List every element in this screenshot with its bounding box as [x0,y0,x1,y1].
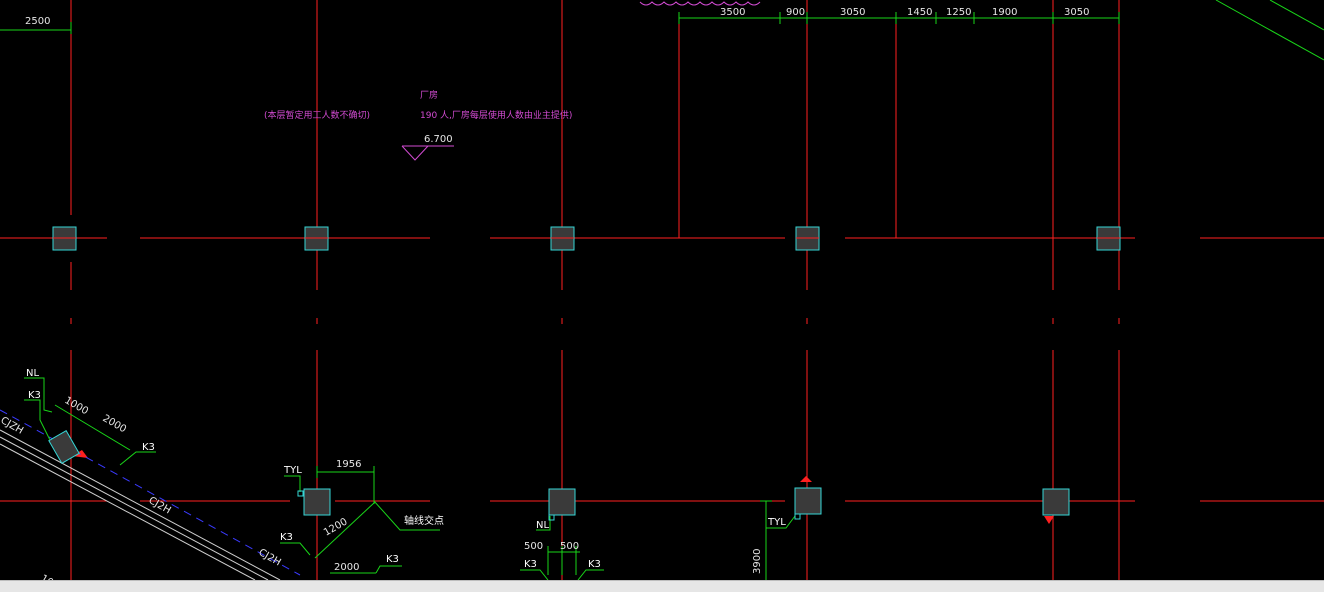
marker-icon [800,476,812,482]
leader-line [24,399,51,441]
axis-grid-h [0,237,1324,502]
note-title: 厂房 [420,89,438,101]
dim-100: 100 [39,573,61,580]
dim-text-1250: 1250 [946,7,971,18]
label-cjzh: CJZH [0,415,25,437]
column[interactable] [303,488,331,516]
leader-line [375,565,402,574]
stair-line [0,443,256,580]
label-tyl: TYL [283,465,302,476]
detail-center-left: TYL 1956 轴线交点 K3 1200 2000 K3 [280,459,444,574]
dim-1956: 1956 [336,459,361,470]
label-nl: NL [26,368,39,379]
leader-line [520,569,549,580]
dim-text-3500: 3500 [720,7,745,18]
label-k3: K3 [280,532,293,543]
label-k3-b: K3 [386,554,399,565]
small-marker [794,513,801,520]
dim-text-3050: 3050 [840,7,865,18]
cad-drawing-canvas[interactable]: 2500 3500 900 3050 1450 1250 1900 3050 (… [0,0,1324,580]
top-dimension-chain [0,0,1324,61]
dim-text-1450: 1450 [907,7,932,18]
diagonal-line [1269,0,1324,31]
note-left: (本层暂定用工人数不确切) [264,109,370,121]
dim-1200: 1200 [322,516,350,538]
label-nl: NL [536,520,549,531]
leader-line [119,451,156,466]
dim-500a: 500 [524,541,543,552]
dim-text-900: 900 [786,7,805,18]
diagonal-line [1215,0,1324,61]
label-cj2h-b: CJ2H [257,547,283,568]
axis-gap-band [60,290,1140,350]
columns [52,226,1121,516]
leader-line [280,542,311,556]
stair-line [0,436,269,580]
dim-3900: 3900 [752,549,763,574]
dim-text-3050b: 3050 [1064,7,1089,18]
status-bar [0,580,1324,592]
dim-1000: 1000 [63,395,91,417]
elevation-triangle-icon [401,145,429,161]
column[interactable] [1042,488,1070,516]
label-k3-b: K3 [142,442,155,453]
label-axis-intersection: 轴线交点 [404,514,444,527]
column[interactable] [548,488,576,516]
dim-text-1900: 1900 [992,7,1017,18]
top-dimension-text: 2500 3500 900 3050 1450 1250 1900 3050 [25,7,1089,27]
leader-line [284,475,301,492]
elevation-text: 6.700 [424,134,453,145]
drawing-svg[interactable]: 2500 3500 900 3050 1450 1250 1900 3050 (… [0,0,1324,580]
elevation-mark: 6.700 [401,134,454,161]
column[interactable] [794,487,822,515]
label-k3-a: K3 [524,559,537,570]
label-k3: K3 [28,390,41,401]
dim-500b: 500 [560,541,579,552]
stair-bottom-left: NL K3 1000 2000 K3 CJZH CJ2H CJ2H 100 [0,368,301,580]
detail-right: TYL 3900 [752,500,801,580]
axis-gaps [60,290,1140,350]
label-k3-b: K3 [588,559,601,570]
leader-line [577,569,604,580]
dashed-line [0,409,301,576]
dim-2000: 2000 [101,413,129,435]
revision-cloud [639,1,761,6]
dim-2000: 2000 [334,562,359,573]
label-tyl: TYL [767,517,786,528]
note-people: 190 人,厂房每层使用人数由业主提供) [420,109,572,121]
dim-text-2500: 2500 [25,16,50,27]
